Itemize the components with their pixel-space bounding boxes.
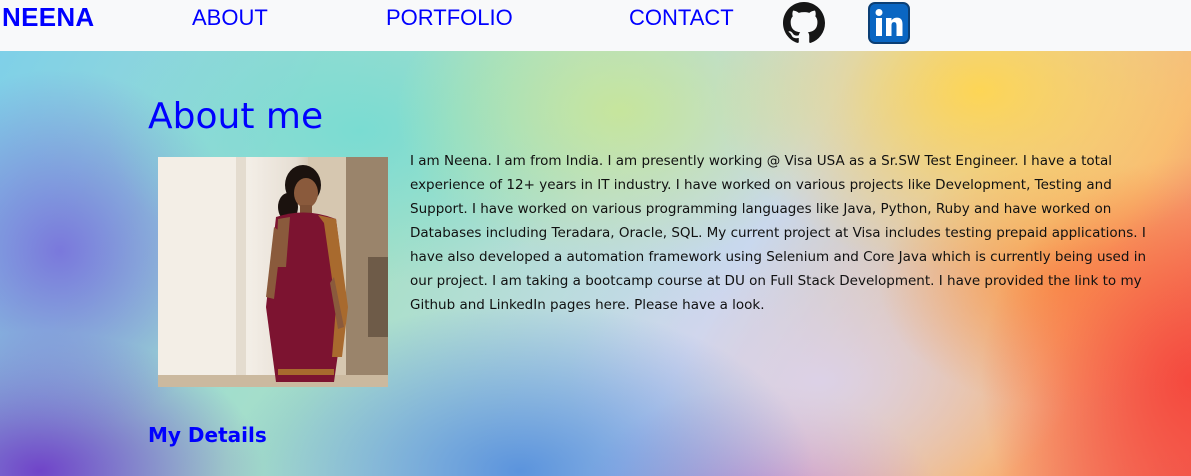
github-icon [783, 2, 825, 43]
github-link[interactable] [783, 2, 825, 44]
nav-link-portfolio[interactable]: PORTFOLIO [386, 5, 513, 31]
bio-text: I am Neena. I am from India. I am presen… [410, 153, 1147, 313]
about-section: About me I am Neena. I am from India. I … [0, 51, 1191, 476]
nav-link-contact[interactable]: CONTACT [629, 5, 734, 31]
page-title: About me [148, 96, 324, 137]
linkedin-icon [868, 2, 910, 44]
brand-link[interactable]: NEENA [2, 2, 95, 33]
profile-photo [158, 157, 388, 387]
my-details-heading: My Details [148, 423, 267, 447]
nav-link-about[interactable]: ABOUT [192, 5, 268, 31]
navbar: NEENA ABOUT PORTFOLIO CONTACT [0, 0, 1191, 51]
linkedin-link[interactable] [868, 2, 910, 44]
